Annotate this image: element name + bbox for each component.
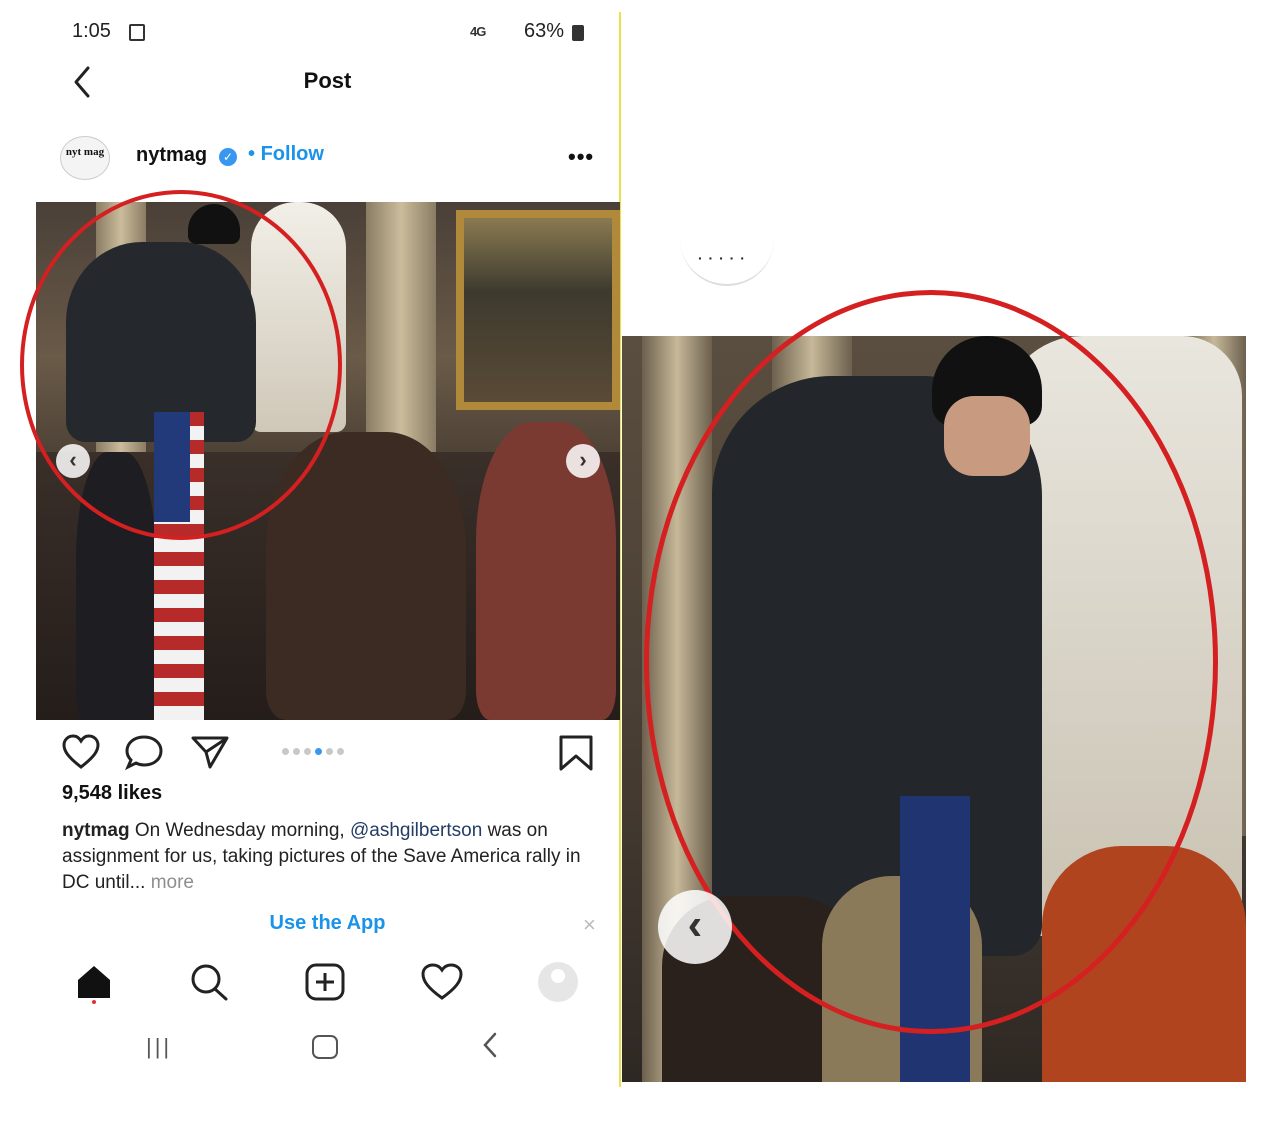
verified-badge-icon: ✓ xyxy=(219,148,237,166)
page-title: Post xyxy=(303,68,352,93)
system-home-button[interactable] xyxy=(312,1035,338,1059)
like-button[interactable] xyxy=(62,734,100,775)
caption-mention[interactable]: @ashgilbertson xyxy=(350,820,482,841)
caption-text: On Wednesday morning, xyxy=(134,820,345,841)
follow-label: Follow xyxy=(260,143,324,165)
partial-avatar-text: · · · · · xyxy=(698,250,746,266)
follow-separator: • xyxy=(248,143,256,165)
new-post-icon xyxy=(305,963,345,1001)
status-time: 1:05 xyxy=(72,20,111,42)
follow-button[interactable]: • Follow xyxy=(248,143,324,166)
carousel-dot xyxy=(304,748,311,755)
photo-painting xyxy=(456,210,620,410)
share-button[interactable] xyxy=(190,734,230,775)
save-button[interactable] xyxy=(558,734,594,777)
send-icon xyxy=(191,736,229,769)
battery-icon xyxy=(572,25,584,41)
search-icon xyxy=(191,964,228,1001)
profile-icon xyxy=(551,969,565,983)
carousel-dot xyxy=(326,748,333,755)
post-username[interactable]: nytmag xyxy=(136,144,207,167)
nav-search-button[interactable] xyxy=(188,962,230,1007)
likes-count[interactable]: 9,548 likes xyxy=(62,782,162,805)
carousel-prev-button[interactable]: ‹ xyxy=(56,444,90,478)
back-icon xyxy=(483,1032,497,1058)
nav-home-button[interactable] xyxy=(74,962,114,1009)
post-caption: nytmag On Wednesday morning, @ashgilbert… xyxy=(62,818,582,896)
carousel-dot xyxy=(282,748,289,755)
partial-avatar: · · · · · xyxy=(680,236,774,286)
carousel-indicator xyxy=(282,742,348,760)
more-options-button[interactable]: ••• xyxy=(568,144,594,170)
heart-icon xyxy=(62,734,100,769)
battery-percent: 63% xyxy=(524,20,565,42)
caption-username[interactable]: nytmag xyxy=(62,820,130,841)
recents-button[interactable]: ||| xyxy=(146,1034,172,1060)
heart-icon xyxy=(421,963,463,1000)
comment-button[interactable] xyxy=(124,734,164,775)
nav-activity-button[interactable] xyxy=(420,962,464,1007)
use-app-link[interactable]: Use the App xyxy=(0,912,655,935)
network-indicator: 4G xyxy=(470,24,486,39)
close-banner-button[interactable]: × xyxy=(583,912,596,938)
comment-icon xyxy=(125,735,163,771)
carousel-dot xyxy=(293,748,300,755)
nav-new-post-button[interactable] xyxy=(304,962,346,1007)
zoom-carousel-prev-icon: ‹ xyxy=(658,890,732,964)
avatar[interactable]: nyt mag xyxy=(60,136,110,180)
carousel-dot xyxy=(337,748,344,755)
caption-more-link[interactable]: more xyxy=(151,872,194,893)
annotation-circle xyxy=(20,190,342,540)
nav-profile-button[interactable] xyxy=(538,962,578,1002)
home-icon xyxy=(78,966,110,1004)
bookmark-icon xyxy=(559,735,593,771)
carousel-next-button[interactable]: › xyxy=(566,444,600,478)
carousel-dot-active xyxy=(315,748,322,755)
notification-icon xyxy=(129,24,145,41)
system-back-button[interactable] xyxy=(480,1030,500,1065)
